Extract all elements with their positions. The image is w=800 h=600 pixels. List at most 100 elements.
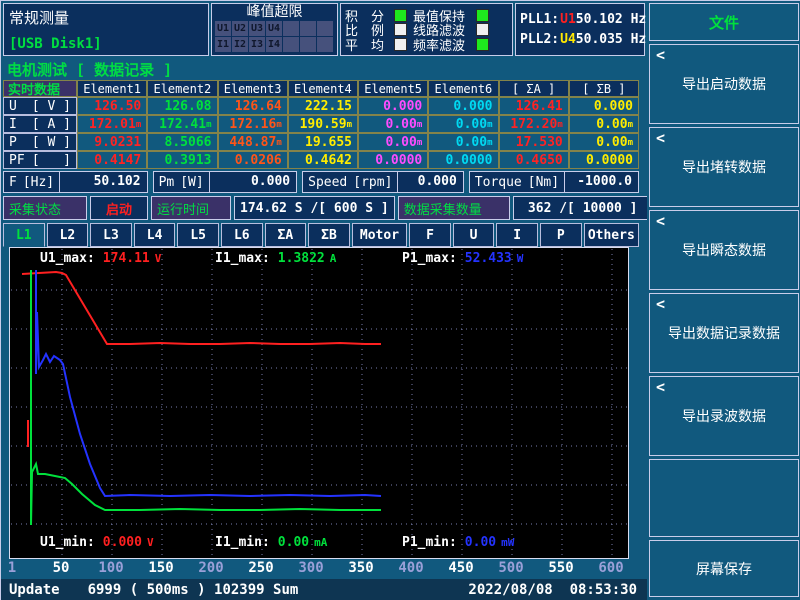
peak-cell-i3: I3 bbox=[249, 37, 265, 52]
table-value: 0.0206 bbox=[218, 151, 288, 169]
acq-runtime-label: 运行时间 bbox=[151, 196, 231, 220]
measure-value: -1000.0 bbox=[565, 172, 638, 192]
peak-cell-i1: I1 bbox=[215, 37, 231, 52]
x-tick-550: 550 bbox=[548, 560, 573, 577]
screen-save-button[interactable]: 屏幕保存 bbox=[649, 540, 799, 597]
indicator-light bbox=[476, 23, 489, 36]
table-value: 190.59m bbox=[288, 115, 358, 133]
table-value: 0.0000 bbox=[358, 151, 428, 169]
x-tick-150: 150 bbox=[148, 560, 173, 577]
value-number: 0.000 bbox=[453, 99, 492, 114]
min-name: U1_min: bbox=[40, 535, 95, 550]
pll-name: PLL1: bbox=[520, 12, 559, 27]
peak-cell-empty bbox=[283, 37, 299, 52]
value-number: 0.0000 bbox=[446, 153, 493, 168]
pll-row: PLL1:U150.102 Hz bbox=[520, 12, 640, 27]
export-datalog-data-button[interactable]: <导出数据记录数据 bbox=[649, 293, 799, 373]
table-value: 0.4650 bbox=[499, 151, 569, 169]
tab-u[interactable]: U bbox=[453, 223, 495, 247]
row-name: PF bbox=[9, 153, 25, 168]
column-header: [ ΣA ] bbox=[499, 80, 569, 97]
page-title: 常规测量 bbox=[4, 4, 208, 31]
export-waveform-data-button[interactable]: <导出录波数据 bbox=[649, 376, 799, 456]
value-suffix: m bbox=[276, 120, 281, 130]
tab-l1[interactable]: L1 bbox=[3, 223, 45, 247]
column-header: Element5 bbox=[358, 80, 428, 97]
tab-l5[interactable]: L5 bbox=[177, 223, 219, 247]
table-value: 222.15 bbox=[288, 97, 358, 115]
max-unit: W bbox=[517, 252, 524, 265]
value-number: 8.5066 bbox=[165, 135, 212, 150]
sidebar-button-label: 导出瞬态数据 bbox=[682, 240, 766, 260]
measure-unit: [rpm] bbox=[353, 175, 392, 190]
chart-canvas bbox=[10, 248, 628, 558]
min-name: P1_min: bbox=[402, 535, 457, 550]
pll-name: PLL2: bbox=[520, 32, 559, 47]
pll-frequency: 50.102 Hz bbox=[576, 12, 646, 27]
row-unit: [ ] bbox=[32, 153, 71, 168]
value-number: 126.08 bbox=[165, 99, 212, 114]
table-value: 172.20m bbox=[499, 115, 569, 133]
indicator-label: 平 均 bbox=[345, 35, 389, 54]
min-name: I1_min: bbox=[215, 535, 270, 550]
row-unit: [ W ] bbox=[32, 135, 71, 150]
sidebar-button-label: 导出数据记录数据 bbox=[668, 323, 780, 343]
row-name: U bbox=[9, 99, 17, 114]
sidebar-menu: 文件 <导出启动数据<导出堵转数据<导出瞬态数据<导出数据记录数据<导出录波数据… bbox=[647, 1, 800, 600]
column-header: Element1 bbox=[77, 80, 147, 97]
table-value: 126.50 bbox=[77, 97, 147, 115]
x-tick-600: 600 bbox=[598, 560, 623, 577]
tab-i[interactable]: I bbox=[496, 223, 538, 247]
measure-value: 0.000 bbox=[210, 172, 296, 192]
trace-i1 bbox=[31, 270, 381, 525]
chart-max-label-p1: P1_max:52.433W bbox=[402, 251, 523, 266]
export-stall-data-button[interactable]: <导出堵转数据 bbox=[649, 127, 799, 207]
export-transient-data-button[interactable]: <导出瞬态数据 bbox=[649, 210, 799, 290]
chart-min-label-u1: U1_min:0.000V bbox=[40, 535, 154, 550]
status-indicator-box: 积 分最值保持比 例线路滤波平 均频率滤波 bbox=[340, 3, 513, 56]
peak-cell-empty bbox=[283, 21, 299, 36]
tab-p[interactable]: P bbox=[540, 223, 582, 247]
row-label-p: P[ W ] bbox=[3, 133, 77, 151]
value-number: 0.000 bbox=[383, 99, 422, 114]
indicator-light bbox=[394, 9, 407, 22]
table-value: 17.530 bbox=[499, 133, 569, 151]
column-header: Element2 bbox=[147, 80, 217, 97]
max-unit: V bbox=[155, 252, 162, 265]
x-tick-450: 450 bbox=[448, 560, 473, 577]
peak-cell-u2: U2 bbox=[232, 21, 248, 36]
tab-others[interactable]: Others bbox=[584, 223, 639, 247]
value-number: 126.50 bbox=[94, 99, 141, 114]
min-unit: V bbox=[147, 536, 154, 549]
tab-sigma-a[interactable]: ΣA bbox=[265, 223, 307, 247]
pll-row: PLL2:U450.035 Hz bbox=[520, 32, 640, 47]
value-number: 0.4147 bbox=[94, 153, 141, 168]
tab-l2[interactable]: L2 bbox=[47, 223, 89, 247]
tab-f[interactable]: F bbox=[409, 223, 451, 247]
table-corner-label: 实时数据 bbox=[3, 80, 77, 97]
indicator-light bbox=[476, 9, 489, 22]
tab-l3[interactable]: L3 bbox=[90, 223, 132, 247]
table-value: 448.87m bbox=[218, 133, 288, 151]
tab-l6[interactable]: L6 bbox=[221, 223, 263, 247]
mode-line: 电机测试 [ 数据记录 ] bbox=[7, 59, 172, 80]
max-value: 1.3822 bbox=[278, 251, 325, 266]
acquisition-row: 采集状态 启动 运行时间 174.62 S /[ 600 S ] 数据采集数量 … bbox=[3, 196, 639, 220]
value-number: 222.15 bbox=[305, 99, 352, 114]
peak-cell-empty bbox=[300, 21, 316, 36]
export-startup-data-button[interactable]: <导出启动数据 bbox=[649, 44, 799, 124]
tab-motor[interactable]: Motor bbox=[352, 223, 407, 247]
sidebar-title-file: 文件 bbox=[649, 3, 799, 41]
tab-sigma-b[interactable]: ΣB bbox=[308, 223, 350, 247]
chart-min-label-i1: I1_min:0.00mA bbox=[215, 535, 327, 550]
sidebar-button-label: 导出堵转数据 bbox=[682, 157, 766, 177]
measure-name: Torque bbox=[475, 175, 522, 190]
column-header: Element3 bbox=[218, 80, 288, 97]
trace-u1 bbox=[22, 272, 381, 344]
peak-cell-empty bbox=[317, 37, 333, 52]
column-header: [ ΣB ] bbox=[569, 80, 639, 97]
measure-name: F bbox=[9, 175, 17, 190]
peak-grid-row: U1U2U3U4 bbox=[215, 21, 334, 36]
sidebar-empty-slot bbox=[649, 459, 799, 537]
tab-l4[interactable]: L4 bbox=[134, 223, 176, 247]
